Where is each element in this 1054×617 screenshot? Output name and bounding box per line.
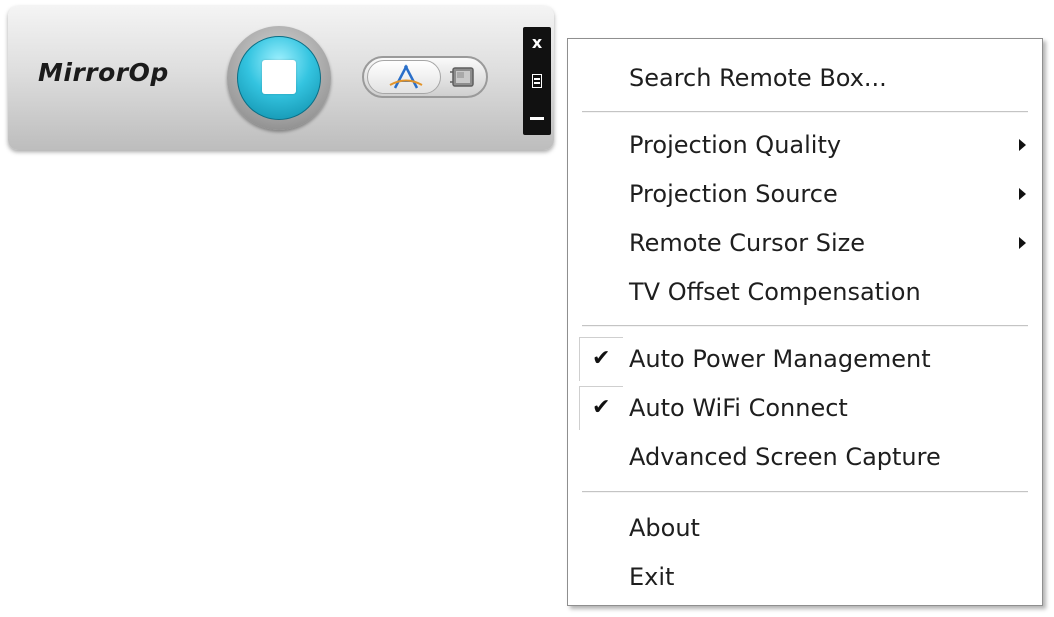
minimize-icon (530, 117, 544, 120)
checkbox-auto-wifi-connect: ✔ (579, 386, 623, 430)
submenu-arrow-icon (1019, 139, 1026, 151)
menu-separator (582, 325, 1028, 327)
menu-item-label: Advanced Screen Capture (629, 443, 941, 471)
menu-item-projection-source[interactable]: Projection Source (572, 172, 1038, 216)
minimize-button[interactable] (523, 109, 551, 129)
menu-item-label: Exit (629, 563, 675, 591)
menu-separator (582, 111, 1028, 113)
projection-mode-button[interactable] (367, 60, 441, 94)
projection-pyramid-icon (389, 64, 423, 89)
menu-item-auto-wifi-connect[interactable]: ✔ Auto WiFi Connect (572, 386, 1038, 430)
checkbox-auto-power-management: ✔ (579, 337, 623, 381)
submenu-arrow-icon (1019, 188, 1026, 200)
checkmark-icon: ✔ (592, 346, 611, 371)
menu-item-label: Auto Power Management (629, 345, 931, 373)
menu-item-remote-cursor-size[interactable]: Remote Cursor Size (572, 221, 1038, 265)
media-mode-button[interactable] (444, 62, 482, 92)
menu-item-search-remote-box[interactable]: Search Remote Box... (572, 56, 1038, 100)
menu-item-projection-quality[interactable]: Projection Quality (572, 123, 1038, 167)
menu-item-label: About (629, 514, 700, 542)
menu-separator (582, 491, 1028, 493)
checkmark-icon: ✔ (592, 395, 611, 420)
menu-button[interactable] (523, 71, 551, 91)
menu-item-advanced-screen-capture[interactable]: Advanced Screen Capture (572, 435, 1038, 479)
mode-toggle (362, 56, 488, 98)
menu-item-label: Search Remote Box... (629, 64, 887, 92)
menu-item-about[interactable]: About (572, 506, 1038, 550)
menu-item-label: Projection Source (629, 180, 838, 208)
context-menu: Search Remote Box... Projection Quality … (567, 38, 1043, 606)
stop-square-icon (262, 60, 296, 94)
media-film-icon (450, 67, 474, 87)
menu-item-tv-offset-compensation[interactable]: TV Offset Compensation (572, 270, 1038, 314)
mirrorop-toolbar: MirrorOp x (8, 6, 554, 150)
stop-projection-button[interactable] (237, 36, 321, 120)
stop-button-ring (227, 26, 331, 130)
menu-item-label: TV Offset Compensation (629, 278, 921, 306)
menu-item-auto-power-management[interactable]: ✔ Auto Power Management (572, 337, 1038, 381)
hamburger-menu-icon (532, 74, 542, 88)
submenu-arrow-icon (1019, 237, 1026, 249)
mirrorop-logo: MirrorOp (38, 58, 169, 87)
menu-item-exit[interactable]: Exit (572, 555, 1038, 599)
menu-item-label: Auto WiFi Connect (629, 394, 848, 422)
close-button[interactable]: x (523, 33, 551, 53)
window-controls: x (523, 27, 551, 135)
menu-item-label: Projection Quality (629, 131, 842, 159)
menu-item-label: Remote Cursor Size (629, 229, 866, 257)
close-icon: x (531, 33, 543, 52)
